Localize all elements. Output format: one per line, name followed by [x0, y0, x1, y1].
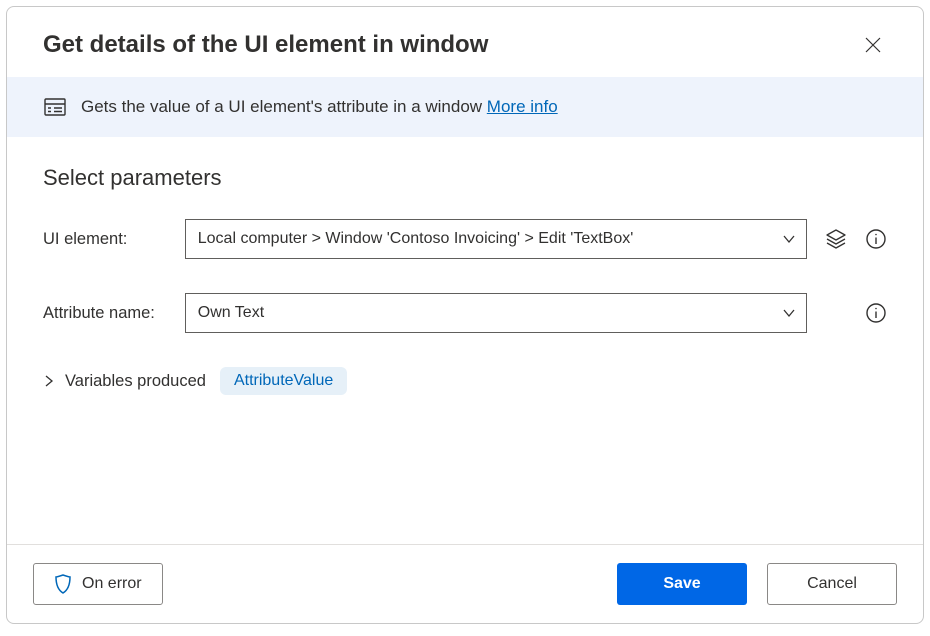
dialog-footer: On error Save Cancel: [7, 544, 923, 623]
close-icon: [865, 37, 881, 53]
on-error-label: On error: [82, 575, 142, 593]
attribute-name-row: Attribute name: Own Text: [43, 293, 887, 333]
ui-element-actions: [825, 228, 887, 250]
shield-icon: [54, 574, 72, 594]
details-list-icon: [43, 95, 67, 119]
attribute-name-dropdown[interactable]: Own Text: [185, 293, 807, 333]
dialog-body: Select parameters UI element: Local comp…: [7, 137, 923, 544]
info-icon: [865, 228, 887, 250]
chevron-right-icon: [43, 375, 55, 387]
footer-actions: Save Cancel: [617, 563, 897, 605]
attribute-name-value: Own Text: [198, 304, 264, 322]
attribute-name-help-button[interactable]: [865, 302, 887, 324]
ui-element-value: Local computer > Window 'Contoso Invoici…: [198, 230, 634, 248]
on-error-button[interactable]: On error: [33, 563, 163, 605]
dialog-header: Get details of the UI element in window: [7, 7, 923, 77]
ui-element-help-button[interactable]: [865, 228, 887, 250]
ui-element-picker-button[interactable]: [825, 228, 847, 250]
info-more-link[interactable]: More info: [487, 97, 558, 116]
ui-element-dropdown[interactable]: Local computer > Window 'Contoso Invoici…: [185, 219, 807, 259]
cancel-button[interactable]: Cancel: [767, 563, 897, 605]
attribute-name-label: Attribute name:: [43, 304, 185, 323]
dialog: Get details of the UI element in window …: [6, 6, 924, 624]
variables-produced-row: Variables produced AttributeValue: [43, 367, 887, 395]
chevron-down-icon: [782, 306, 796, 320]
info-bar: Gets the value of a UI element's attribu…: [7, 77, 923, 137]
variables-produced-toggle[interactable]: Variables produced: [43, 372, 206, 391]
save-button[interactable]: Save: [617, 563, 747, 605]
dialog-title: Get details of the UI element in window: [43, 31, 488, 59]
section-title: Select parameters: [43, 165, 887, 191]
layers-icon: [825, 228, 847, 250]
attribute-name-actions: [825, 302, 887, 324]
info-description: Gets the value of a UI element's attribu…: [81, 97, 558, 117]
ui-element-label: UI element:: [43, 230, 185, 249]
variables-produced-label: Variables produced: [65, 372, 206, 391]
chevron-down-icon: [782, 232, 796, 246]
ui-element-row: UI element: Local computer > Window 'Con…: [43, 219, 887, 259]
info-icon: [865, 302, 887, 324]
variable-chip[interactable]: AttributeValue: [220, 367, 347, 395]
close-button[interactable]: [859, 31, 887, 59]
